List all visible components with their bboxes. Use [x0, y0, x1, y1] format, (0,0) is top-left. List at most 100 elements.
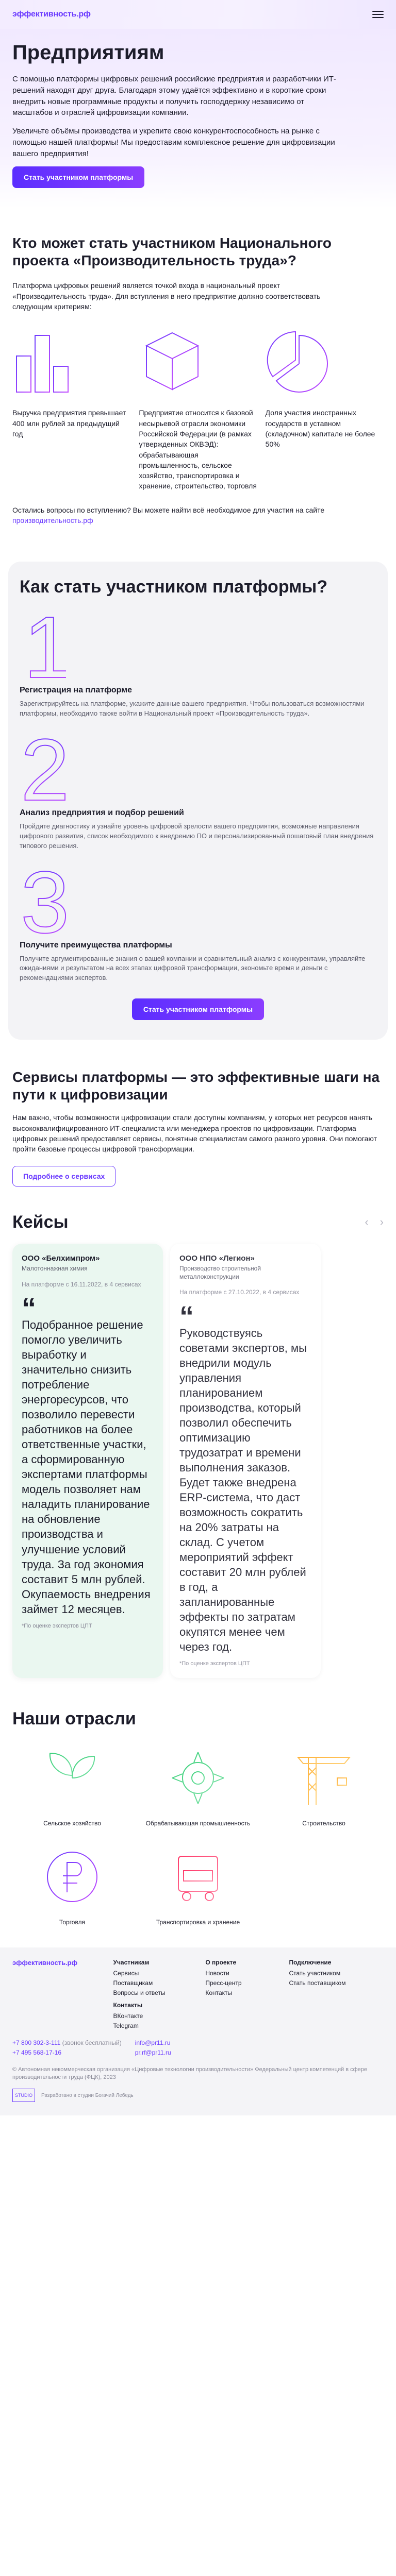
- footer-link[interactable]: Вопросы и ответы: [113, 1989, 200, 1996]
- footer-col-title: Подключение: [289, 1958, 332, 1966]
- criterion-foreign-share: Доля участия иностранных государств в ус…: [266, 325, 384, 491]
- section-title: Сервисы платформы — это эффективные шаги…: [12, 1069, 380, 1103]
- step-registration: 1 Регистрация на платформе Зарегистрируй…: [20, 598, 376, 719]
- crane-icon: [264, 1739, 384, 1817]
- become-participant-button[interactable]: Стать участником платформы: [131, 998, 265, 1021]
- hero-intro: С помощью платформы цифровых решений рос…: [12, 75, 336, 117]
- services-text: Нам важно, чтобы возможности цифровизаци…: [12, 1113, 377, 1154]
- who-can-participate-section: Кто может стать участником Национального…: [0, 209, 396, 546]
- footer-col-title: Участникам: [113, 1958, 150, 1966]
- footer-link[interactable]: Контакты: [205, 1989, 283, 1996]
- services-more-button[interactable]: Подробнее о сервисах: [12, 1165, 116, 1187]
- section-title: Кто может стать участником Национального…: [12, 235, 332, 268]
- cube-icon: [139, 325, 257, 397]
- chevron-left-icon[interactable]: ‹: [365, 1215, 368, 1229]
- note-text: Остались вопросы по вступлению? Вы может…: [12, 505, 325, 514]
- cases-carousel: ООО «Белхимпром» Малотоннажная химия На …: [12, 1243, 384, 1679]
- criterion-revenue: Выручка предприятия превышает 400 млн ру…: [12, 325, 130, 491]
- industries-section: Наши отрасли Сельское хозяйство Обрабаты…: [0, 1693, 396, 1947]
- footer-link[interactable]: Сервисы: [113, 1970, 200, 1977]
- criterion-text: Доля участия иностранных государств в ус…: [265, 409, 375, 449]
- footer-logo[interactable]: эффективность.рф: [12, 1959, 107, 1967]
- phone-link[interactable]: +7 800 302-3-111: [12, 2039, 60, 2046]
- ruble-icon: [12, 1838, 132, 1916]
- step-number-3: 3: [20, 853, 376, 952]
- phone-link[interactable]: +7 495 568-17-16: [12, 2049, 61, 2056]
- criterion-industry: Предприятие относится к базовой несырьев…: [139, 325, 257, 491]
- footer-brand: эффективность.рф: [12, 1959, 107, 2032]
- chevron-right-icon[interactable]: ›: [380, 1215, 384, 1229]
- vk-link[interactable]: ВКонтакте: [113, 2012, 200, 2020]
- step-title: Получите преимущества платформы: [20, 940, 172, 950]
- case-source: *По оценке экспертов ЦПТ: [22, 1622, 92, 1629]
- section-title: Наши отрасли: [12, 1709, 136, 1729]
- step-text: Зарегистрируйтесь на платформе, укажите …: [20, 700, 365, 718]
- become-participant-button[interactable]: Стать участником платформы: [12, 166, 145, 189]
- industry-logistics[interactable]: Транспортировка и хранение: [138, 1838, 258, 1927]
- participation-note: Остались вопросы по вступлению? Вы может…: [12, 505, 384, 526]
- industry-agriculture[interactable]: Сельское хозяйство: [12, 1739, 132, 1828]
- svg-text:1: 1: [24, 605, 66, 683]
- case-card[interactable]: ООО НПО «Легион» Производство строительн…: [170, 1243, 321, 1679]
- page-title: Предприятиям: [12, 41, 164, 64]
- footer-col-about: О проекте Новости Пресс-центр Контакты: [205, 1959, 283, 2032]
- industry-label: Транспортировка и хранение: [156, 1918, 240, 1926]
- footer-link[interactable]: Стать поставщиком: [289, 1979, 384, 1987]
- sprout-icon: [12, 1739, 132, 1817]
- footer-col-title: Контакты: [113, 2001, 143, 2009]
- email-link[interactable]: info@pr11.ru: [135, 2039, 171, 2046]
- case-quote: Подобранное решение помогло увеличить вы…: [22, 1318, 151, 1616]
- copyright: © Автономная некоммерческая организация …: [12, 2066, 368, 2080]
- industry-construction[interactable]: Строительство: [264, 1739, 384, 1828]
- footer-link[interactable]: Новости: [205, 1970, 283, 1977]
- case-quote: Руководствуясь советами экспертов, мы вн…: [179, 1326, 307, 1654]
- step-title: Регистрация на платформе: [20, 686, 132, 695]
- industry-label: Строительство: [302, 1820, 345, 1827]
- gear-icon: [138, 1739, 258, 1817]
- hero-offer: Увеличьте объёмы производства и укрепите…: [12, 127, 335, 158]
- case-card[interactable]: ООО «Белхимпром» Малотоннажная химия На …: [12, 1243, 163, 1679]
- telegram-link[interactable]: Telegram: [113, 2022, 200, 2029]
- case-industry: Малотоннажная химия: [22, 1265, 88, 1273]
- section-lead: Платформа цифровых решений является точк…: [12, 281, 321, 311]
- step-analysis: 2 Анализ предприятия и подбор решений Пр…: [20, 721, 376, 851]
- site-footer: эффективность.рф Участникам Сервисы Пост…: [0, 1947, 396, 2116]
- case-industry: Производство строительной металлоконстру…: [179, 1265, 261, 1280]
- case-source: *По оценке экспертов ЦПТ: [179, 1660, 250, 1667]
- footer-link[interactable]: Поставщикам: [113, 1979, 200, 1987]
- case-meta: На платформе с 16.11.2022, в 4 сервисах: [22, 1280, 141, 1288]
- footer-link[interactable]: Стать участником: [289, 1970, 384, 1977]
- footer-link[interactable]: Пресс-центр: [205, 1979, 283, 1987]
- section-title: Как стать участником платформы?: [20, 577, 328, 597]
- industry-manufacturing[interactable]: Обрабатывающая промышленность: [138, 1739, 258, 1828]
- hamburger-icon[interactable]: [372, 11, 384, 18]
- step-number-2: 2: [20, 721, 376, 820]
- footer-col-connect: Подключение Стать участником Стать поста…: [289, 1959, 384, 2032]
- industry-label: Сельское хозяйство: [43, 1820, 101, 1827]
- email-link[interactable]: pr.rf@pr11.ru: [135, 2049, 171, 2056]
- step-text: Пройдите диагностику и узнайте уровень ц…: [20, 822, 374, 850]
- step-title: Анализ предприятия и подбор решений: [20, 808, 184, 818]
- truck-icon: [138, 1838, 258, 1916]
- studio-note: Разработано в студии Богачий Лебедь: [41, 2092, 134, 2098]
- industries-grid: Сельское хозяйство Обрабатывающая промыш…: [12, 1739, 384, 1926]
- industry-label: Торговля: [59, 1918, 86, 1926]
- step-number-1: 1: [20, 598, 376, 697]
- footer-contacts: +7 800 302-3-111 (звонок бесплатный) +7 …: [12, 2039, 384, 2059]
- criterion-text: Предприятие относится к базовой несырьев…: [139, 409, 257, 490]
- case-company: ООО НПО «Легион»: [179, 1253, 255, 1263]
- step-text: Получите аргументированные знания о ваше…: [20, 954, 366, 982]
- pie-chart-icon: [266, 325, 384, 397]
- chart-bars-icon: [12, 325, 130, 397]
- section-title: Кейсы: [12, 1212, 69, 1232]
- cases-section: Кейсы ‹ › ООО «Белхимпром» Малотоннажная…: [0, 1202, 396, 1694]
- productivity-site-link[interactable]: производительность.рф: [12, 516, 93, 524]
- studio-logo[interactable]: STUDIO: [12, 2089, 35, 2103]
- how-to-join-panel: Как стать участником платформы? 1 Регист…: [8, 562, 388, 1040]
- industry-trade[interactable]: Торговля: [12, 1838, 132, 1927]
- hero-section: Предприятиям С помощью платформы цифровы…: [0, 29, 396, 209]
- quote-icon: “: [22, 1292, 36, 1325]
- industry-label: Обрабатывающая промышленность: [145, 1820, 251, 1827]
- site-logo[interactable]: эффективность.рф: [12, 10, 91, 19]
- site-header: эффективность.рф: [0, 0, 396, 29]
